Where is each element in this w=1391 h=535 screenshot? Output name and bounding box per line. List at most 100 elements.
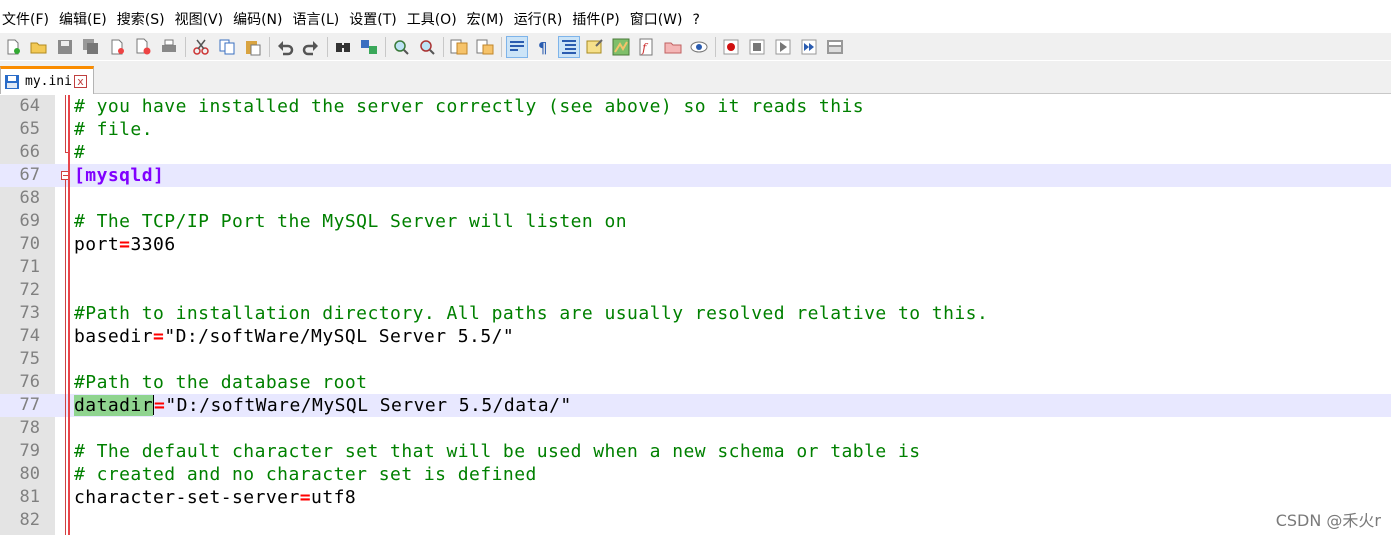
menu-run[interactable]: 运行(R) [511, 8, 570, 32]
run-macro-multiple-icon[interactable] [798, 36, 820, 58]
menu-tools[interactable]: 工具(O) [404, 8, 464, 32]
code-line: 75 [0, 348, 1391, 371]
menu-bar: 文件(F) 编辑(E) 搜索(S) 视图(V) 编码(N) 语言(L) 设置(T… [0, 8, 1391, 32]
toolbar-separator [715, 36, 716, 57]
line-number: 75 [19, 349, 40, 369]
toolbar: ¶ f [0, 33, 1391, 60]
code-line: 71 [0, 256, 1391, 279]
key-value-line: datadir="D:/softWare/MySQL Server 5.5/da… [74, 394, 572, 417]
save-macro-icon[interactable] [824, 36, 846, 58]
selected-config-key: datadir [74, 395, 154, 416]
word-wrap-icon[interactable] [506, 35, 528, 58]
editor[interactable]: 64 # you have installed the server correc… [0, 95, 1391, 535]
code-line: 73 #Path to installation directory. All p… [0, 302, 1391, 325]
copy-icon[interactable] [216, 36, 238, 58]
line-number: 81 [19, 487, 40, 507]
find-icon[interactable] [332, 36, 354, 58]
monitor-icon[interactable] [688, 36, 710, 58]
save-icon [5, 74, 19, 89]
comment-text: # file. [74, 119, 154, 140]
menu-window[interactable]: 窗口(W) [627, 8, 690, 32]
save-all-icon[interactable] [80, 36, 102, 58]
menu-file[interactable]: 文件(F) [0, 8, 56, 32]
config-value: utf8 [311, 487, 357, 508]
menu-plugins[interactable]: 插件(P) [569, 8, 626, 32]
menu-settings[interactable]: 设置(T) [346, 8, 403, 32]
section-header: [mysqld] [74, 165, 165, 186]
open-file-icon[interactable] [28, 36, 50, 58]
line-number: 66 [19, 142, 40, 162]
comment-text: # created and no character set is define… [74, 464, 537, 485]
equals-operator: = [153, 326, 165, 347]
function-list-icon[interactable]: f [636, 36, 658, 58]
line-number: 79 [19, 441, 40, 461]
line-number: 76 [19, 372, 40, 392]
current-line: 77 datadir="D:/softWare/MySQL Server 5.5/… [0, 394, 1391, 417]
replace-icon[interactable] [358, 36, 380, 58]
key-value-line: basedir="D:/softWare/MySQL Server 5.5/" [74, 325, 514, 348]
config-value: "D:/softWare/MySQL Server 5.5/" [164, 326, 515, 347]
menu-language[interactable]: 语言(L) [290, 8, 347, 32]
watermark: CSDN @禾火r [1275, 511, 1381, 530]
title-bar-fragment [0, 0, 1391, 7]
record-macro-icon[interactable] [720, 36, 742, 58]
close-all-icon[interactable] [132, 36, 154, 58]
comment-text: #Path to the database root [74, 372, 368, 393]
paste-icon[interactable] [242, 36, 264, 58]
equals-operator: = [299, 487, 312, 508]
line-number: 74 [19, 326, 40, 346]
line-number: 68 [19, 188, 40, 208]
comment-text: # The default character set that will be… [74, 441, 921, 462]
stop-record-icon[interactable] [746, 36, 768, 58]
print-icon[interactable] [158, 36, 180, 58]
code-line: 69 # The TCP/IP Port the MySQL Server wil… [0, 210, 1391, 233]
play-macro-icon[interactable] [772, 36, 794, 58]
toolbar-separator [185, 36, 186, 57]
menu-help[interactable]: ? [690, 8, 707, 32]
new-file-icon[interactable] [2, 36, 24, 58]
close-icon[interactable]: x [73, 75, 87, 88]
fold-guide-line [65, 180, 66, 535]
cut-icon[interactable] [190, 36, 212, 58]
config-key: basedir [74, 326, 154, 347]
code-line: 80 # created and no character set is defi… [0, 463, 1391, 486]
menu-encoding[interactable]: 编码(N) [230, 8, 289, 32]
save-icon[interactable] [54, 36, 76, 58]
menu-search[interactable]: 搜索(S) [114, 8, 172, 32]
tab-label: my.ini [25, 74, 72, 89]
code-line: 76 #Path to the database root [0, 371, 1391, 394]
line-number: 67 [19, 165, 40, 185]
toolbar-separator [501, 36, 502, 57]
line-number: 78 [19, 418, 40, 438]
code-line: 79 # The default character set that will … [0, 440, 1391, 463]
code-line: 64 # you have installed the server correc… [0, 95, 1391, 118]
close-icon[interactable] [106, 36, 128, 58]
redo-icon[interactable] [300, 36, 322, 58]
doc-map-icon[interactable] [610, 36, 632, 58]
sync-vertical-icon[interactable] [448, 36, 470, 58]
line-number: 72 [19, 280, 40, 300]
folder-workspace-icon[interactable] [662, 36, 684, 58]
zoom-out-icon[interactable] [416, 36, 438, 58]
tab-my-ini[interactable]: my.ini x [0, 66, 94, 94]
user-language-icon[interactable] [584, 36, 606, 58]
sync-horizontal-icon[interactable] [474, 36, 496, 58]
config-key: port [74, 234, 120, 255]
indent-guide-icon[interactable] [558, 35, 580, 58]
code-line: 70 port=3306 [0, 233, 1391, 256]
undo-icon[interactable] [274, 36, 296, 58]
menu-macro[interactable]: 宏(M) [464, 8, 511, 32]
equals-operator: = [154, 395, 166, 416]
menu-view[interactable]: 视图(V) [172, 8, 231, 32]
line-number: 73 [19, 303, 40, 323]
zoom-in-icon[interactable] [390, 36, 412, 58]
line-number: 65 [19, 119, 40, 139]
line-number: 71 [19, 257, 40, 277]
fold-guide-line [65, 95, 66, 152]
line-number: 77 [19, 395, 40, 415]
menu-edit[interactable]: 编辑(E) [56, 8, 114, 32]
show-all-chars-icon[interactable]: ¶ [532, 36, 554, 58]
toolbar-separator [385, 36, 386, 57]
config-value: "D:/softWare/MySQL Server 5.5/data/" [165, 395, 572, 416]
key-value-line: character-set-server=utf8 [74, 486, 356, 509]
